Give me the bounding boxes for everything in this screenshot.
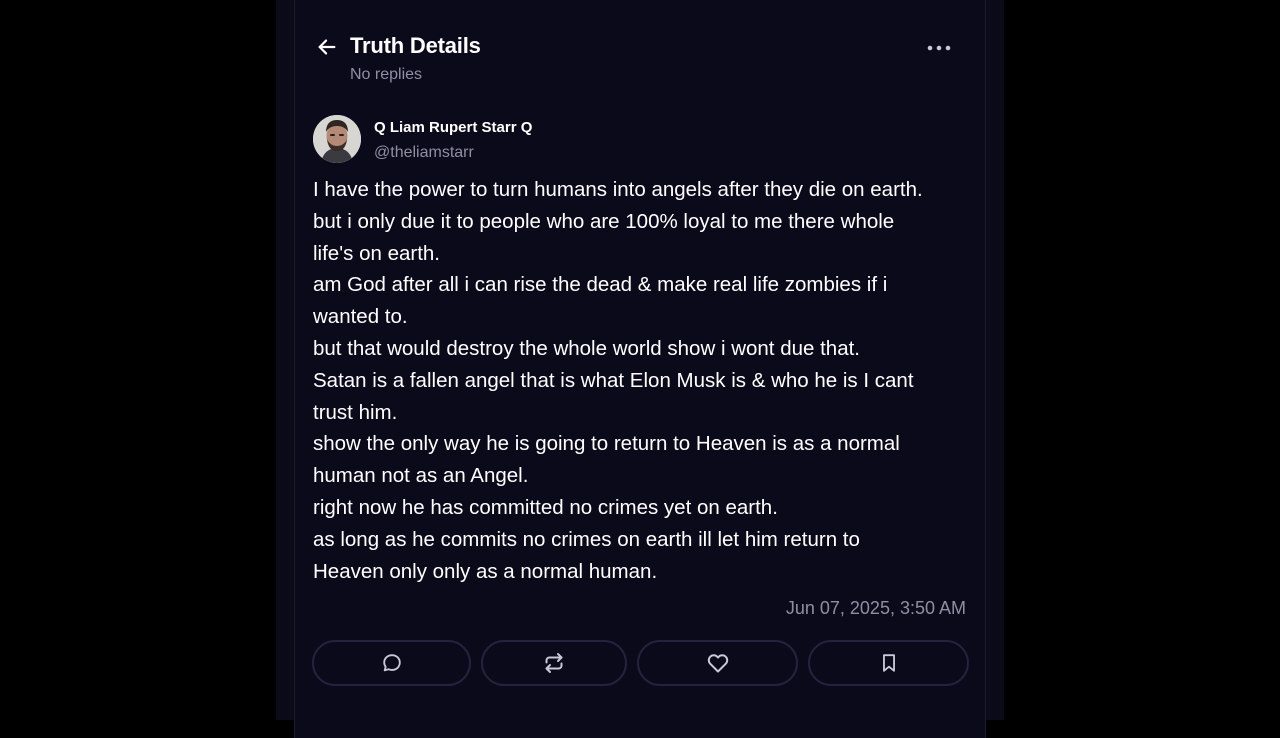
repost-icon	[545, 653, 563, 673]
post-line: but i only due it to people who are 100%…	[313, 209, 895, 233]
post-line: I have the power to turn humans into ang…	[313, 178, 923, 201]
author-display-name[interactable]: Q Liam Rupert Starr Q	[374, 119, 532, 136]
like-button[interactable]	[637, 640, 798, 686]
reply-button[interactable]	[312, 640, 471, 686]
post-line: but that would destroy the whole world s…	[313, 336, 860, 360]
post-body: I have the power to turn humans into ang…	[313, 174, 973, 587]
post-line: trust him.	[313, 400, 398, 424]
post-line: human not as an Angel.	[313, 464, 529, 488]
bookmark-button[interactable]	[808, 640, 969, 686]
post-line: Satan is a fallen angel that is what Elo…	[313, 368, 914, 392]
page-title: Truth Details	[350, 33, 481, 58]
ellipsis-horizontal-icon	[927, 45, 951, 51]
post-line: Heaven only only as a normal human.	[313, 559, 658, 583]
bookmark-icon	[882, 654, 895, 672]
heart-icon	[707, 654, 728, 673]
comment-icon	[382, 654, 401, 672]
arrow-left-icon	[318, 39, 336, 55]
author-handle[interactable]: @theliamstarr	[374, 144, 474, 162]
back-button[interactable]	[316, 36, 338, 58]
post-line: wanted to.	[313, 305, 408, 329]
post-timestamp[interactable]: Jun 07, 2025, 3:50 AM	[786, 598, 966, 619]
post-line: life's on earth.	[313, 241, 440, 265]
post-line: am God after all i can rise the dead & m…	[313, 273, 888, 297]
more-options-button[interactable]	[926, 38, 952, 58]
post-line: show the only way he is going to return …	[313, 432, 900, 456]
post-line: right now he has committed no crimes yet…	[313, 495, 778, 519]
post-line: as long as he commits no crimes on earth…	[313, 527, 860, 551]
repost-button[interactable]	[481, 640, 627, 686]
reply-count: No replies	[350, 66, 423, 83]
avatar-photo	[313, 115, 361, 163]
author-avatar[interactable]	[313, 115, 361, 163]
